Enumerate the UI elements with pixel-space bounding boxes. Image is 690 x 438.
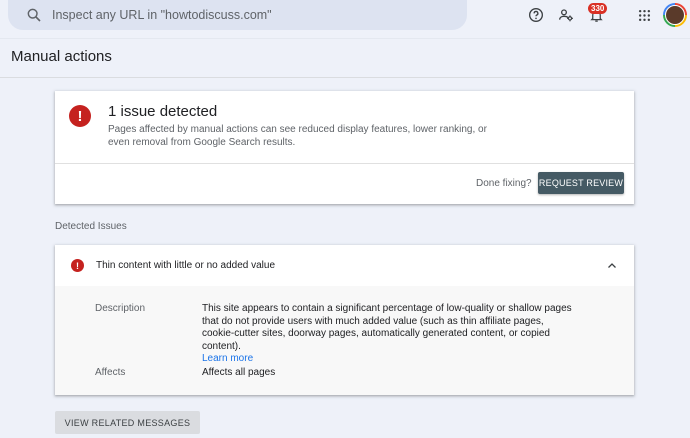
page-title: Manual actions xyxy=(11,48,112,65)
manage-users-button[interactable] xyxy=(556,5,576,25)
help-button[interactable] xyxy=(526,5,546,25)
header-divider xyxy=(0,38,690,39)
error-icon: ! xyxy=(69,105,91,127)
help-icon xyxy=(529,8,543,22)
learn-more-link[interactable]: Learn more xyxy=(202,353,253,364)
issue-count-title: 1 issue detected xyxy=(108,103,218,120)
issue-summary-card: ! 1 issue detected Pages affected by man… xyxy=(55,91,634,204)
view-related-messages-button[interactable]: VIEW RELATED MESSAGES xyxy=(55,411,200,434)
done-fixing-label: Done fixing? xyxy=(476,178,532,189)
search-input[interactable] xyxy=(52,0,452,30)
error-icon: ! xyxy=(71,259,84,272)
manage-users-icon xyxy=(559,9,573,22)
issue-title: Thin content with little or no added val… xyxy=(96,260,275,271)
request-review-button[interactable]: REQUEST REVIEW xyxy=(538,172,624,194)
search-icon xyxy=(27,8,41,22)
apps-button[interactable] xyxy=(634,5,654,25)
detected-issues-label: Detected Issues xyxy=(55,221,127,232)
avatar-image xyxy=(665,5,685,25)
account-avatar[interactable] xyxy=(663,3,687,27)
chevron-up-icon[interactable] xyxy=(606,260,618,272)
search-bar[interactable] xyxy=(8,0,467,30)
issue-description: Pages affected by manual actions can see… xyxy=(108,124,487,148)
apps-grid-icon xyxy=(638,9,650,21)
description-value: This site appears to contain a significa… xyxy=(202,303,572,366)
top-bar: 330 xyxy=(0,0,690,31)
affects-value: Affects all pages xyxy=(202,367,276,378)
title-divider xyxy=(0,77,690,78)
issue-panel-body: Description This site appears to contain… xyxy=(55,286,634,395)
detected-issue-panel: ! Thin content with little or no added v… xyxy=(55,245,634,395)
notification-count-badge: 330 xyxy=(588,3,608,14)
affects-label: Affects xyxy=(95,367,126,378)
description-label: Description xyxy=(95,303,146,314)
description-text: This site appears to contain a significa… xyxy=(202,303,572,352)
issue-panel-header[interactable]: ! Thin content with little or no added v… xyxy=(55,245,634,286)
card-divider xyxy=(55,163,634,164)
